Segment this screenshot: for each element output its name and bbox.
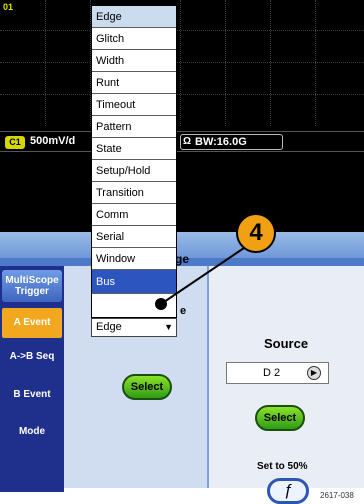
scope-display: 01 C1 500mV/d Ω BW:16.0G [0,0,364,232]
select-type-button[interactable]: Select [122,374,172,400]
dropdown-arrow-icon: ▼ [164,322,173,332]
source-label: Source [264,336,309,351]
option-bus[interactable]: Bus [92,270,176,294]
option-timeout[interactable]: Timeout [92,94,176,116]
grid-line [0,30,364,31]
ch1-badge[interactable]: C1 [5,136,25,149]
tab-b-event[interactable]: B Event [2,384,62,406]
option-serial[interactable]: Serial [92,226,176,248]
channel-marker: 01 [3,2,14,12]
bandwidth-box[interactable]: Ω BW:16.0G [180,134,283,150]
trigger-type-select[interactable]: Edge ▼ [91,318,177,337]
tab-multiscope-trigger[interactable]: MultiScope Trigger [2,270,62,302]
tab-a-event[interactable]: A Event [2,308,62,338]
trigger-menu-panel: ge MultiScope Trigger A Event A->B Seq B … [0,232,364,504]
side-tabs: MultiScope Trigger A Event A->B Seq B Eve… [0,266,64,492]
grid-line [315,0,316,126]
tab-a-b-seq[interactable]: A->B Seq [2,346,62,368]
select-source-button[interactable]: Select [255,405,305,431]
grid-line [180,0,181,126]
grid-line [0,62,364,63]
grid-line [45,0,46,126]
source-column: Source D 2 ▶ Select Set to 50% ƒ [207,266,364,504]
set-to-50-label: Set to 50% [257,461,308,472]
callout-dot [155,298,167,310]
play-right-icon: ▶ [307,366,321,380]
type-current-value: Edge [96,321,122,333]
set-to-50-button[interactable]: ƒ [267,478,309,504]
trigger-type-dropdown[interactable]: Edge Glitch Width Runt Timeout Pattern S… [91,5,177,318]
option-state[interactable]: State [92,138,176,160]
figure-number: 2617-038 [320,491,354,500]
grid-line [0,94,364,95]
source-value: D 2 [263,367,281,379]
option-width[interactable]: Width [92,50,176,72]
tab-mode[interactable]: Mode [2,421,62,443]
option-comm[interactable]: Comm [92,204,176,226]
rising-edge-icon: ƒ [283,482,293,499]
option-pattern[interactable]: Pattern [92,116,176,138]
option-setup-hold[interactable]: Setup/Hold [92,160,176,182]
bandwidth-readout: BW:16.0G [195,136,247,148]
option-edge[interactable]: Edge [92,6,176,28]
grid-line [270,0,271,126]
source-select[interactable]: D 2 ▶ [226,362,329,384]
ch1-scale-readout: 500mV/d [30,135,76,147]
option-transition[interactable]: Transition [92,182,176,204]
tab-label: MultiScope Trigger [5,275,59,297]
option-window[interactable]: Window [92,248,176,270]
callout-number: 4 [236,213,276,253]
option-glitch[interactable]: Glitch [92,28,176,50]
grid-line [225,0,226,126]
ohm-icon: Ω [183,136,192,147]
status-bar: C1 500mV/d Ω BW:16.0G [0,131,364,152]
option-runt[interactable]: Runt [92,72,176,94]
type-label-partial: e [180,305,187,317]
panel-title: ge [175,252,190,266]
